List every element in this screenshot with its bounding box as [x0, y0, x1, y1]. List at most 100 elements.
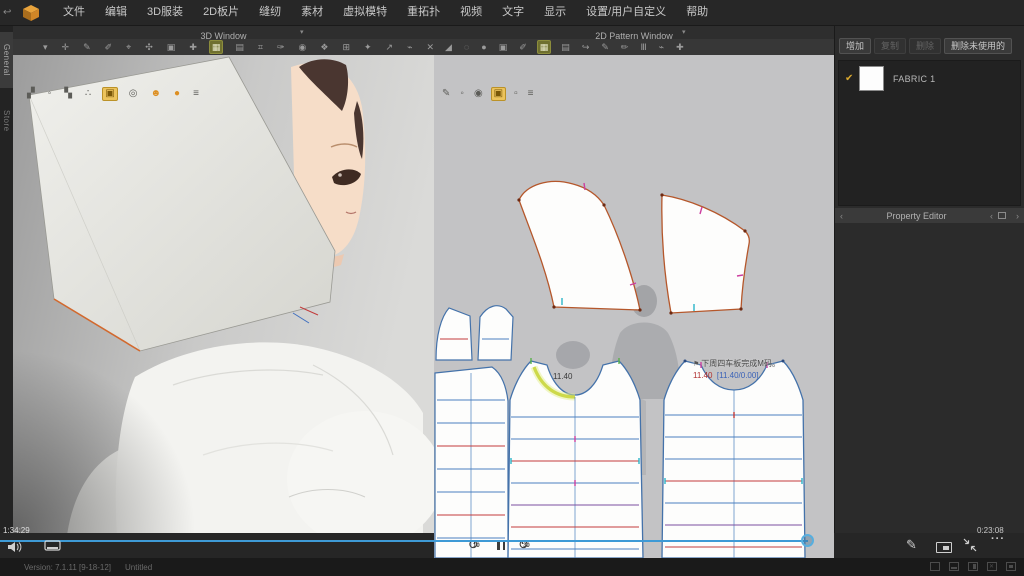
tool-icon[interactable]: ↪ [580, 41, 592, 53]
skip-forward-button[interactable]: ↻ 30 [518, 536, 534, 552]
menu-item[interactable]: 文件 [53, 0, 95, 25]
tool-icon[interactable]: ◉ [297, 41, 309, 53]
left-pattern-cluster[interactable] [435, 306, 513, 558]
layout-icon[interactable]: ✕ [987, 562, 997, 571]
pencil-icon[interactable]: ✎ [906, 537, 917, 553]
2d-window-titlebar[interactable]: 2D Pattern Window ▾ [434, 26, 834, 39]
fabric-swatch[interactable] [859, 66, 884, 91]
menu-item[interactable]: 重拓扑 [397, 0, 450, 25]
tool-icon[interactable]: ▫ [512, 88, 520, 100]
tool-icon[interactable]: ✚ [674, 41, 686, 53]
picture-in-picture-icon[interactable] [936, 542, 952, 553]
tool-icon[interactable]: ● [172, 88, 182, 100]
tool-icon[interactable]: ◎ [127, 88, 140, 100]
tool-icon[interactable]: ▦ [209, 40, 224, 54]
add-button[interactable]: 增加 [839, 38, 871, 54]
menu-item[interactable]: 文字 [492, 0, 534, 25]
tool-icon[interactable]: ▚ [62, 88, 74, 100]
tool-icon[interactable]: ☻ [149, 88, 164, 100]
tool-icon[interactable]: ◦ [46, 88, 54, 100]
tool-icon[interactable]: ∴ [83, 88, 93, 100]
check-icon[interactable]: ✔ [845, 73, 859, 84]
layout-icon[interactable] [949, 562, 959, 571]
tool-icon[interactable]: ▦ [537, 40, 552, 54]
back-arrow-icon[interactable]: ↩ [3, 7, 15, 18]
tool-icon[interactable]: ✣ [143, 41, 155, 53]
tool-icon[interactable]: ✎ [81, 41, 93, 53]
tool-icon[interactable]: ◉ [472, 88, 485, 100]
tool-icon[interactable]: ▾ [41, 41, 50, 53]
tool-icon[interactable]: ✦ [362, 41, 374, 53]
middle-bodice-piece[interactable] [508, 358, 643, 558]
3d-window-titlebar[interactable]: 3D Window ▾ [13, 26, 434, 39]
tool-icon[interactable]: Ⅲ [638, 41, 648, 53]
delete-unused-button[interactable]: 删除未使用的 [944, 38, 1012, 54]
collapse-arrows-icon[interactable] [963, 538, 977, 552]
tool-icon[interactable]: ◌ [462, 41, 471, 53]
menu-item[interactable]: 编辑 [95, 0, 137, 25]
tool-icon[interactable]: ▣ [165, 41, 178, 53]
tool-icon[interactable]: ⌖ [124, 41, 133, 53]
tool-icon[interactable]: ⌁ [657, 41, 666, 53]
timeline-track[interactable] [0, 540, 808, 542]
chevron-left-icon[interactable]: ‹ [835, 211, 848, 221]
tool-icon[interactable]: ✏ [619, 41, 631, 53]
3d-viewport[interactable]: ▞ ◦ ▚ ∴ ▣ ◎ ☻ ● ≡ [13, 55, 434, 533]
tool-icon[interactable]: ✐ [103, 41, 115, 53]
menu-item[interactable]: 素材 [291, 0, 333, 25]
tool-icon[interactable]: ✛ [60, 41, 72, 53]
tool-icon[interactable]: ● [479, 41, 488, 53]
menu-item[interactable]: 3D服装 [137, 0, 193, 25]
menu-item[interactable]: 显示 [534, 0, 576, 25]
copy-button[interactable]: 复制 [874, 38, 906, 54]
tool-icon[interactable]: ▣ [497, 41, 510, 53]
menu-item[interactable]: 缝纫 [249, 0, 291, 25]
chevron-down-icon[interactable]: ▾ [682, 26, 686, 39]
hood-pattern-pieces[interactable] [519, 181, 749, 313]
tool-icon[interactable]: ▣ [102, 87, 117, 101]
delete-button[interactable]: 删除 [909, 38, 941, 54]
sidetab-store[interactable]: Store [0, 98, 13, 144]
tool-icon[interactable]: ✎ [599, 41, 611, 53]
chevron-down-icon[interactable]: ▾ [300, 26, 304, 39]
tool-icon[interactable]: ✐ [517, 41, 529, 53]
menu-item[interactable]: 虚拟模特 [333, 0, 397, 25]
annotation-tooltip: ⚑下周四车板完成M码。 11.40 [11.40/0.00] [693, 359, 780, 380]
tool-icon[interactable]: ⌗ [256, 41, 265, 53]
2d-viewport[interactable]: 11.40 ⚑下周四车板完成M码。 11.40 [11.40/0.00] ✎◦◉… [434, 55, 834, 558]
tool-icon[interactable]: ▤ [233, 41, 246, 53]
right-bodice-piece[interactable] [662, 360, 805, 559]
popout-icon[interactable] [998, 212, 1006, 219]
layout-icon[interactable] [930, 562, 940, 571]
tool-icon[interactable]: ▞ [25, 88, 37, 100]
menu-item[interactable]: 帮助 [676, 0, 718, 25]
tool-icon[interactable]: ▤ [559, 41, 572, 53]
tool-icon[interactable]: ✚ [187, 41, 199, 53]
display-icon[interactable] [44, 540, 61, 553]
layout-icon[interactable] [1006, 562, 1016, 571]
tool-icon[interactable]: ≡ [526, 88, 536, 100]
tool-icon[interactable]: ≡ [191, 88, 201, 100]
timeline-handle[interactable] [801, 534, 814, 547]
chevron-right-icon[interactable]: › [1011, 211, 1024, 221]
chevron-left-icon[interactable]: ‹ [985, 211, 998, 221]
sidetab-general[interactable]: General [0, 32, 13, 88]
property-editor-header[interactable]: ‹ Property Editor ‹ › [835, 208, 1024, 223]
tool-icon[interactable]: ⊞ [340, 41, 352, 53]
menu-item[interactable]: 设置/用户自定义 [576, 0, 676, 25]
speaker-icon[interactable] [8, 541, 23, 553]
tool-icon[interactable]: ❖ [318, 41, 330, 53]
more-options-icon[interactable]: ··· [991, 533, 1005, 545]
layout-icon[interactable] [968, 562, 978, 571]
tool-icon[interactable]: ↗ [384, 41, 396, 53]
tool-icon[interactable]: ◦ [458, 88, 466, 100]
tool-icon[interactable]: ◢ [443, 41, 454, 53]
tool-icon[interactable]: ✎ [440, 88, 452, 100]
menu-item[interactable]: 视频 [450, 0, 492, 25]
tool-icon[interactable]: ▣ [491, 87, 506, 101]
tool-icon[interactable]: ⌁ [405, 41, 414, 53]
fabric-list-item[interactable]: ✔ FABRIC 1 [839, 61, 1020, 96]
skip-back-button[interactable]: ↺ 10 [468, 536, 484, 552]
menu-item[interactable]: 2D板片 [193, 0, 249, 25]
tool-icon[interactable]: ✑ [275, 41, 287, 53]
